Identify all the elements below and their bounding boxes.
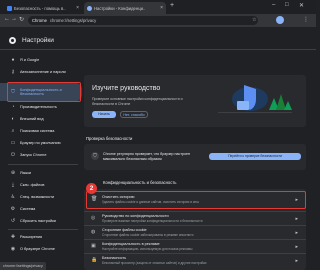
page-title: Настройки	[22, 37, 54, 44]
sidebar-item-on-startup[interactable]: ⏻ Запуск Chrome	[0, 150, 82, 160]
tab-1-label: Безопасность - помощь в..	[14, 5, 66, 11]
key-icon: ⚷	[11, 69, 15, 75]
go-to-safety-check-button[interactable]: Перейти к проверке безопасности	[209, 153, 301, 160]
highlight-box-clear-history	[86, 191, 306, 209]
sidebar-item-reset[interactable]: ↺ Сбросить настройки	[0, 216, 82, 226]
browser-icon: ▭	[10, 140, 16, 146]
address-bar[interactable]: Chrome chrome://settings/privacy	[28, 16, 258, 25]
chevron-right-icon: ▸	[295, 258, 298, 264]
guide-description: Проверьте основные настройки конфиденциа…	[92, 97, 183, 106]
person-icon: ●	[11, 57, 15, 63]
puzzle-icon: ✚	[10, 234, 16, 240]
ads-icon: ▣	[91, 243, 96, 249]
reset-icon: ↺	[10, 218, 16, 224]
settings-favicon-icon	[87, 5, 92, 11]
wrench-icon: ⚙	[10, 206, 16, 212]
sidebar-item-system[interactable]: ⚙ Система	[0, 204, 82, 214]
accessibility-icon: ♿	[10, 194, 16, 200]
safety-check-text: Chrome регулярно проверяет, что браузер …	[103, 152, 190, 161]
guide-icon: ◎	[91, 215, 96, 221]
close-icon[interactable]: ×	[76, 5, 79, 11]
chevron-right-icon: ▸	[295, 216, 298, 222]
close-window-icon[interactable]: ✕	[299, 2, 304, 9]
chrome-settings-logo-icon	[9, 37, 16, 44]
chrome-icon: ◉	[10, 246, 16, 252]
forward-icon[interactable]: →	[11, 16, 17, 22]
search-icon: ⌕	[11, 128, 15, 134]
url-text[interactable]: chrome://settings/privacy	[50, 18, 96, 23]
third-party-cookies-row[interactable]: ◍ Сторонние файлы cookie Сторонние файлы…	[84, 225, 306, 239]
ad-privacy-row[interactable]: ▣ Конфиденциальность в рекламе Настройте…	[84, 239, 306, 253]
cookie-icon: ◍	[91, 229, 96, 235]
safety-shield-icon: ⛉	[91, 152, 99, 160]
sidebar-item-about-chrome[interactable]: ◉ О браузере Chrome	[0, 244, 82, 254]
tab-2[interactable]: Настройки - Конфиденци.. ×	[84, 2, 166, 14]
tab-1[interactable]: Безопасность - помощь в.. ×	[4, 2, 82, 14]
power-icon: ⏻	[11, 152, 15, 158]
security-row[interactable]: 🔒 Безопасность Безопасный просмотр (защи…	[84, 253, 306, 267]
menu-icon[interactable]: ⋮	[303, 16, 309, 23]
star-icon[interactable]: ☆	[252, 17, 256, 23]
privacy-guide-row[interactable]: ◎ Руководство по конфиденциальности Пров…	[84, 211, 306, 225]
close-icon[interactable]: ×	[160, 5, 163, 11]
tab-2-label: Настройки - Конфиденци..	[94, 5, 146, 11]
chevron-right-icon: ▸	[295, 230, 298, 236]
sidebar-item-autofill[interactable]: ⚷ Автозаполнение и пароли	[0, 67, 82, 77]
guide-illustration-icon	[218, 85, 292, 113]
download-icon: ⤓	[11, 182, 15, 188]
lock-icon: 🔒	[91, 257, 98, 263]
sidebar-item-you-and-google[interactable]: ● Я и Google	[0, 55, 82, 65]
minimize-icon[interactable]: –	[272, 2, 275, 8]
guide-title: Изучите руководство	[92, 85, 161, 92]
safety-check-heading: Проверка безопасности	[86, 136, 133, 141]
chevron-right-icon: ▸	[295, 244, 298, 250]
sidebar-item-appearance[interactable]: ◐ Внешний вид	[0, 114, 82, 124]
reload-icon[interactable]: ↻	[19, 16, 24, 23]
sidebar-item-downloads[interactable]: ⤓ Скач. файлов	[0, 180, 82, 190]
annotation-marker-2: 2	[86, 183, 97, 194]
palette-icon: ◐	[11, 116, 15, 122]
back-icon[interactable]: ←	[4, 16, 10, 22]
sidebar-item-languages[interactable]: ⊕ Языки	[0, 168, 82, 178]
sidebar-item-default-browser[interactable]: ▭ Браузер по умолчанию	[0, 138, 82, 148]
tab-favicon-icon	[7, 5, 12, 11]
status-url: chrome://settings/privacy	[0, 262, 46, 270]
sidebar-item-extensions[interactable]: ✚ Расширения	[0, 232, 82, 242]
new-tab-button[interactable]: +	[170, 2, 174, 9]
globe-icon: ⊕	[10, 170, 16, 176]
privacy-heading: Конфиденциальность и безопасность	[103, 180, 177, 185]
site-chip[interactable]: Chrome	[32, 18, 47, 23]
start-button[interactable]: Начать	[92, 111, 116, 118]
sidebar-item-performance[interactable]: ◔ Производительность	[0, 102, 82, 112]
sidebar-divider	[8, 164, 78, 165]
maximize-icon[interactable]: □	[285, 2, 289, 8]
speedometer-icon: ◔	[11, 104, 15, 110]
sidebar-divider	[8, 229, 78, 230]
highlight-box-sidebar	[7, 82, 81, 102]
sidebar-item-search-engine[interactable]: ⌕ Поисковая система	[0, 126, 82, 136]
no-thanks-button[interactable]: Нет, спасибо	[120, 111, 148, 118]
avatar[interactable]	[276, 16, 284, 24]
sidebar-item-accessibility[interactable]: ♿ Спец. возможности	[0, 192, 82, 202]
